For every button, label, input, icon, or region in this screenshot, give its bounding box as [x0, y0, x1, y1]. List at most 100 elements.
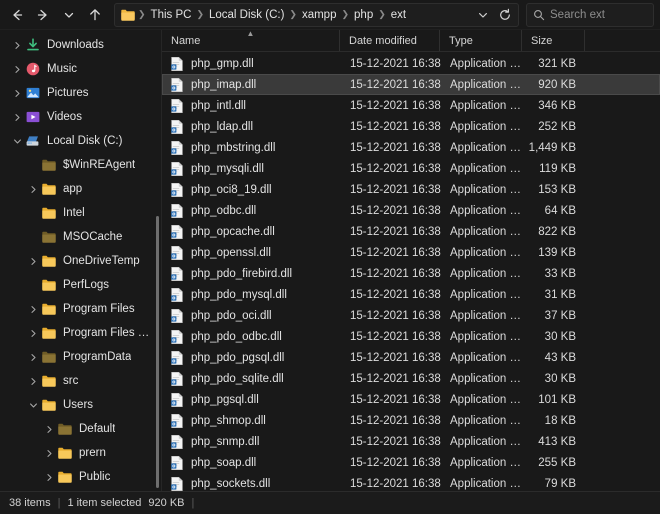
table-row[interactable]: php_imap.dll15-12-2021 16:38Application …	[162, 74, 660, 95]
dll-file-icon	[170, 140, 184, 156]
file-date-cell: 15-12-2021 16:38	[341, 58, 441, 70]
column-header-type[interactable]: Type	[440, 30, 522, 51]
chevron-right-icon[interactable]	[9, 37, 25, 53]
search-box[interactable]	[526, 3, 654, 27]
column-header-type-label: Type	[449, 35, 473, 47]
sidebar-item-downloads[interactable]: Downloads	[3, 33, 158, 57]
breadcrumb-item-4[interactable]: ext	[387, 7, 410, 23]
table-row[interactable]: php_mysqli.dll15-12-2021 16:38Applicatio…	[162, 158, 660, 179]
column-header-size[interactable]: Size	[522, 30, 585, 51]
sidebar-item-users[interactable]: Users	[3, 393, 158, 417]
chevron-right-icon[interactable]	[25, 253, 41, 269]
table-row[interactable]: php_pdo_mysql.dll15-12-2021 16:38Applica…	[162, 284, 660, 305]
file-date-cell: 15-12-2021 16:38	[341, 100, 441, 112]
sidebar-item-app[interactable]: app	[3, 177, 158, 201]
sidebar-item-default[interactable]: Default	[3, 417, 158, 441]
sidebar-item-program-files[interactable]: Program Files	[3, 297, 158, 321]
refresh-icon[interactable]	[494, 4, 516, 26]
sidebar-item-label: Pictures	[47, 87, 89, 99]
table-row[interactable]: php_pgsql.dll15-12-2021 16:38Application…	[162, 389, 660, 410]
table-row[interactable]: php_intl.dll15-12-2021 16:38Application …	[162, 95, 660, 116]
table-row[interactable]: php_pdo_firebird.dll15-12-2021 16:38Appl…	[162, 263, 660, 284]
file-name-cell: php_oci8_19.dll	[163, 182, 341, 198]
up-button[interactable]	[82, 3, 108, 27]
sidebar-item-winreagent[interactable]: $WinREAgent	[3, 153, 158, 177]
sidebar-item-public[interactable]: Public	[3, 465, 158, 489]
table-row[interactable]: php_oci8_19.dll15-12-2021 16:38Applicati…	[162, 179, 660, 200]
sidebar-item-onedrivetemp[interactable]: OneDriveTemp	[3, 249, 158, 273]
sidebar-item-msocache[interactable]: MSOCache	[3, 225, 158, 249]
sidebar-item-perflogs[interactable]: PerfLogs	[3, 273, 158, 297]
chevron-down-icon[interactable]	[9, 133, 25, 149]
table-row[interactable]: php_pdo_pgsql.dll15-12-2021 16:38Applica…	[162, 347, 660, 368]
chevron-placeholder	[25, 157, 41, 173]
dll-file-icon	[170, 224, 184, 240]
sidebar-item-intel[interactable]: Intel	[3, 201, 158, 225]
breadcrumb-item-1[interactable]: Local Disk (C:)	[205, 7, 288, 23]
chevron-right-icon[interactable]	[25, 325, 41, 341]
file-name-label: php_shmop.dll	[191, 415, 266, 427]
chevron-down-icon[interactable]	[472, 4, 494, 26]
chevron-right-icon[interactable]	[41, 469, 57, 485]
column-header-date[interactable]: Date modified	[340, 30, 440, 51]
navigation-pane[interactable]: DownloadsMusic Pictures VideosLocal Disk (…	[0, 30, 162, 491]
table-row[interactable]: php_gmp.dll 15-12-2021 16:38Application e…	[162, 53, 660, 74]
chevron-right-icon[interactable]	[25, 301, 41, 317]
table-row[interactable]: php_pdo_odbc.dll15-12-2021 16:38Applicat…	[162, 326, 660, 347]
table-row[interactable]: php_pdo_oci.dll15-12-2021 16:38Applicati…	[162, 305, 660, 326]
chevron-right-icon[interactable]	[25, 349, 41, 365]
dll-file-icon	[170, 455, 184, 471]
breadcrumb-item-0[interactable]: This PC	[147, 7, 196, 23]
column-header-name[interactable]: ▲ Name	[162, 30, 340, 51]
forward-button[interactable]	[30, 3, 56, 27]
file-name-label: php_soap.dll	[191, 457, 256, 469]
chevron-right-icon[interactable]	[9, 61, 25, 77]
table-row[interactable]: php_ldap.dll15-12-2021 16:38Application …	[162, 116, 660, 137]
chevron-right-icon[interactable]	[25, 181, 41, 197]
sidebar-item-videos[interactable]: Videos	[3, 105, 158, 129]
file-date-cell: 15-12-2021 16:38	[341, 394, 441, 406]
address-bar[interactable]: ❯ This PC ❯ Local Disk (C:) ❯ xampp ❯ ph…	[114, 3, 519, 27]
table-row[interactable]: php_mbstring.dll15-12-2021 16:38Applicat…	[162, 137, 660, 158]
breadcrumb-separator: ❯	[377, 9, 387, 20]
dll-file-icon	[170, 413, 184, 429]
table-row[interactable]: php_sockets.dll15-12-2021 16:38Applicati…	[162, 473, 660, 491]
sidebar-item-prern[interactable]: prern	[3, 441, 158, 465]
back-button[interactable]	[4, 3, 30, 27]
folder-icon	[41, 373, 57, 389]
chevron-right-icon[interactable]	[41, 421, 57, 437]
file-size-cell: 822 KB	[523, 226, 586, 238]
file-type-cell: Application exte...	[441, 58, 523, 70]
file-name-cell: php_imap.dll	[163, 77, 341, 93]
navigation-pane-scrollbar[interactable]	[156, 216, 159, 488]
sidebar-item-src[interactable]: src	[3, 369, 158, 393]
chevron-down-icon[interactable]	[25, 397, 41, 413]
dll-file-icon	[170, 77, 184, 93]
sidebar-item-windows[interactable]: Windows	[3, 489, 158, 491]
file-name-label: php_pdo_sqlite.dll	[191, 373, 284, 385]
chevron-right-icon[interactable]	[25, 373, 41, 389]
file-name-label: php_gmp.dll	[191, 58, 254, 70]
table-row[interactable]: php_odbc.dll15-12-2021 16:38Application …	[162, 200, 660, 221]
search-input[interactable]	[550, 9, 647, 21]
recent-locations-button[interactable]	[56, 3, 82, 27]
table-row[interactable]: php_soap.dll15-12-2021 16:38Application …	[162, 452, 660, 473]
table-row[interactable]: php_shmop.dll15-12-2021 16:38Application…	[162, 410, 660, 431]
sidebar-item-pictures[interactable]: Pictures	[3, 81, 158, 105]
sidebar-item-program-files-x86[interactable]: Program Files (x86)	[3, 321, 158, 345]
chevron-right-icon[interactable]	[9, 85, 25, 101]
table-row[interactable]: php_pdo_sqlite.dll15-12-2021 16:38Applic…	[162, 368, 660, 389]
breadcrumb-item-3[interactable]: php	[350, 7, 377, 23]
sidebar-item-local-disk-c[interactable]: Local Disk (C:)	[3, 129, 158, 153]
sidebar-item-programdata[interactable]: ProgramData	[3, 345, 158, 369]
breadcrumb-item-2[interactable]: xampp	[298, 7, 341, 23]
sidebar-item-label: prern	[79, 447, 106, 459]
chevron-right-icon[interactable]	[41, 445, 57, 461]
table-row[interactable]: php_opcache.dll15-12-2021 16:38Applicati…	[162, 221, 660, 242]
table-row[interactable]: php_snmp.dll15-12-2021 16:38Application …	[162, 431, 660, 452]
sidebar-item-music[interactable]: Music	[3, 57, 158, 81]
table-row[interactable]: php_openssl.dll15-12-2021 16:38Applicati…	[162, 242, 660, 263]
chevron-right-icon[interactable]	[9, 109, 25, 125]
chevron-placeholder	[25, 205, 41, 221]
folder-icon	[41, 253, 57, 269]
